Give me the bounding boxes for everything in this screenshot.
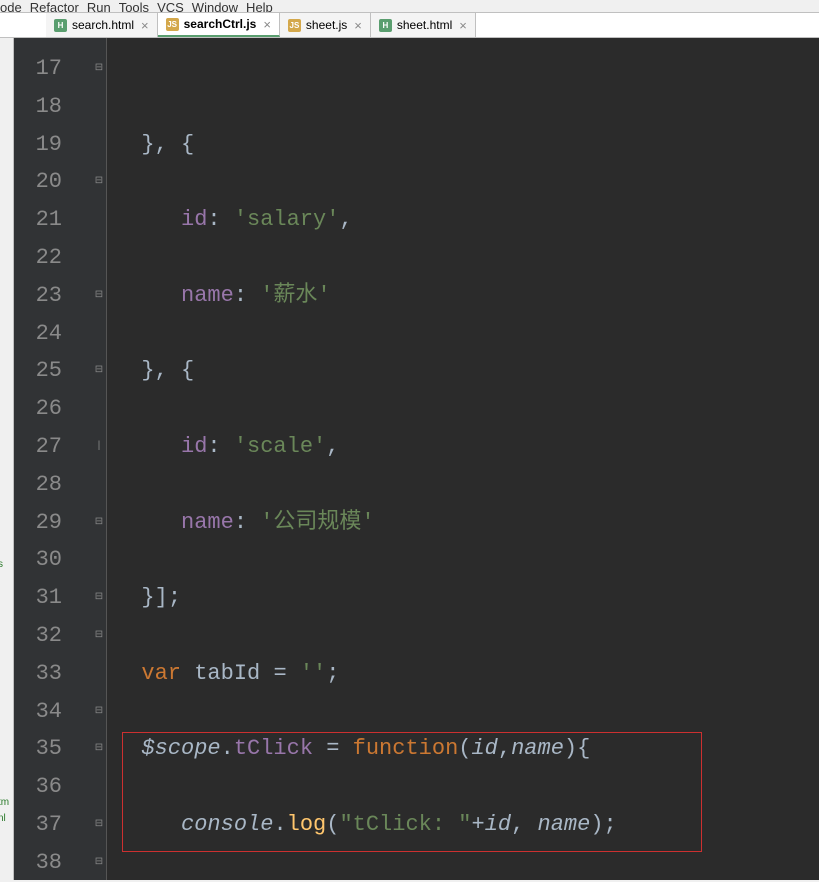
fold-close-icon[interactable]: | xyxy=(92,428,106,466)
line-number: 28 xyxy=(14,466,92,504)
fold-close-icon[interactable]: ⊟ xyxy=(92,277,106,315)
line-number: 17 xyxy=(14,50,92,88)
tab-label: sheet.html xyxy=(397,18,452,32)
fold-close-icon[interactable]: ⊟ xyxy=(92,579,106,617)
js-file-icon: JS xyxy=(166,18,179,31)
line-number: 31 xyxy=(14,579,92,617)
line-number: 24 xyxy=(14,315,92,353)
fold-close-icon[interactable]: ⊟ xyxy=(92,693,106,731)
fold-open-icon[interactable]: ⊟ xyxy=(92,730,106,768)
tab-label: sheet.js xyxy=(306,18,347,32)
close-icon[interactable]: × xyxy=(354,18,362,33)
menu-refactor[interactable]: Refactor xyxy=(30,0,79,12)
fold-close-icon[interactable]: ⊟ xyxy=(92,806,106,844)
tab-bar: H search.html × JS searchCtrl.js × JS sh… xyxy=(0,12,819,38)
sidebar-label: s xyxy=(0,558,3,571)
tab-label: searchCtrl.js xyxy=(184,17,257,31)
project-sidebar[interactable]: s tm nl xyxy=(0,38,14,880)
fold-open-icon[interactable]: ⊟ xyxy=(92,352,106,390)
code-editor[interactable]: }, { id: 'salary', name: '薪水' }, { id: '… xyxy=(107,38,819,880)
line-number: 20 xyxy=(14,163,92,201)
line-number: 26 xyxy=(14,390,92,428)
tab-searchctrl-js[interactable]: JS searchCtrl.js × xyxy=(158,13,280,37)
close-icon[interactable]: × xyxy=(459,18,467,33)
fold-close-icon[interactable]: ⊟ xyxy=(92,844,106,882)
menu-code[interactable]: ode xyxy=(0,0,22,12)
line-number: 29 xyxy=(14,504,92,542)
line-number: 34 xyxy=(14,693,92,731)
tab-sheet-js[interactable]: JS sheet.js × xyxy=(280,13,371,37)
tab-sheet-html[interactable]: H sheet.html × xyxy=(371,13,476,37)
line-number: 19 xyxy=(14,126,92,164)
line-number: 23 xyxy=(14,277,92,315)
line-number: 18 xyxy=(14,88,92,126)
close-icon[interactable]: × xyxy=(141,18,149,33)
sidebar-label: tm xyxy=(0,796,9,809)
close-icon[interactable]: × xyxy=(263,17,271,32)
line-number: 35 xyxy=(14,730,92,768)
line-number: 36 xyxy=(14,768,92,806)
fold-gutter[interactable]: ⊟ ⊟ ⊟ ⊟ | ⊟ ⊟ ⊟ ⊟ ⊟ ⊟ ⊟ xyxy=(92,38,107,880)
menu-help[interactable]: Help xyxy=(246,0,273,12)
line-number: 25 xyxy=(14,352,92,390)
line-number: 21 xyxy=(14,201,92,239)
html-file-icon: H xyxy=(379,19,392,32)
tab-search-html[interactable]: H search.html × xyxy=(46,13,158,37)
tab-label: search.html xyxy=(72,18,134,32)
menu-run[interactable]: Run xyxy=(87,0,111,12)
line-number: 22 xyxy=(14,239,92,277)
menu-bar: ode Refactor Run Tools VCS Window Help xyxy=(0,0,819,12)
line-number: 27 xyxy=(14,428,92,466)
fold-close-icon[interactable]: ⊟ xyxy=(92,617,106,655)
menu-window[interactable]: Window xyxy=(192,0,238,12)
fold-close-icon[interactable]: ⊟ xyxy=(92,504,106,542)
js-file-icon: JS xyxy=(288,19,301,32)
line-number: 30 xyxy=(14,541,92,579)
line-number: 33 xyxy=(14,655,92,693)
fold-close-icon[interactable]: ⊟ xyxy=(92,163,106,201)
sidebar-label: nl xyxy=(0,812,6,825)
line-number: 38 xyxy=(14,844,92,882)
menu-tools[interactable]: Tools xyxy=(119,0,149,12)
fold-close-icon[interactable]: ⊟ xyxy=(92,50,106,88)
editor-area: s tm nl 17 18 19 20 21 22 23 24 25 26 27… xyxy=(0,38,819,880)
html-file-icon: H xyxy=(54,19,67,32)
menu-vcs[interactable]: VCS xyxy=(157,0,184,12)
line-number: 32 xyxy=(14,617,92,655)
line-gutter[interactable]: 17 18 19 20 21 22 23 24 25 26 27 28 29 3… xyxy=(14,38,92,880)
line-number: 37 xyxy=(14,806,92,844)
